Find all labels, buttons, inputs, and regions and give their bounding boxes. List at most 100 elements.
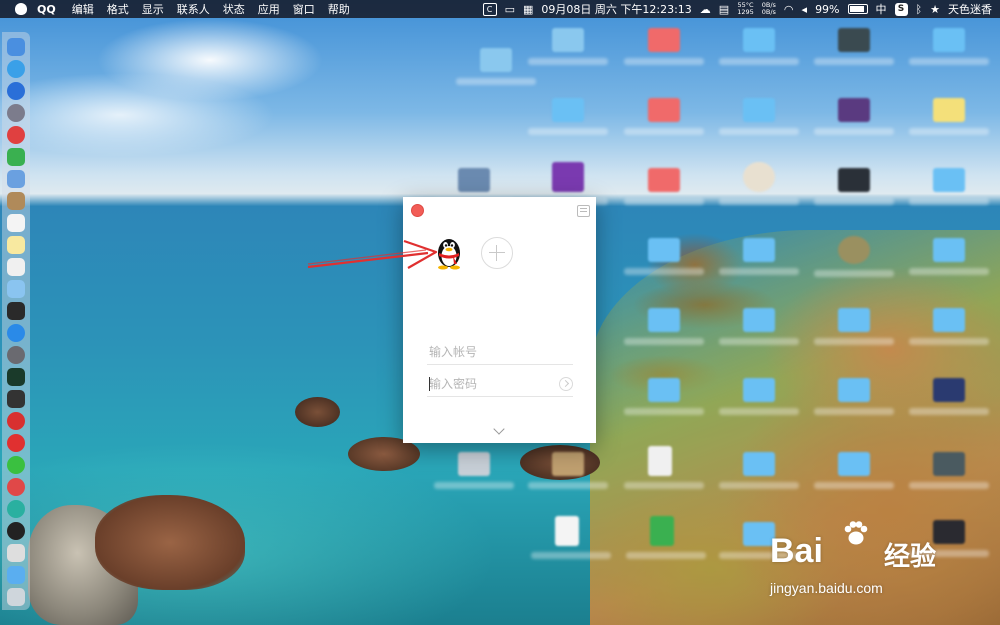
system-stats[interactable]: 55°C 1295	[737, 2, 754, 16]
desktop-file-icon[interactable]	[531, 516, 611, 559]
reminders-icon[interactable]	[7, 258, 25, 276]
watermark-brand-cn: 经验	[884, 542, 937, 572]
desktop-folder-icon[interactable]	[719, 308, 799, 345]
mail-icon[interactable]	[7, 170, 25, 188]
desktop-image-icon[interactable]	[814, 98, 894, 135]
baidu-watermark: Bai 经验 jingyan.baidu.com	[762, 514, 962, 604]
bluetooth-icon[interactable]: ᛒ	[916, 3, 923, 16]
notes-icon[interactable]	[7, 236, 25, 254]
c-status-icon[interactable]: C	[482, 2, 497, 16]
desktop-image-icon[interactable]	[814, 168, 894, 205]
login-arrow-button[interactable]	[559, 377, 573, 391]
desktop-folder-icon[interactable]	[719, 378, 799, 415]
desktop-folder-icon[interactable]	[624, 98, 704, 135]
desktop-folder-icon[interactable]	[624, 238, 704, 275]
menu-apps[interactable]: 应用	[258, 1, 280, 17]
calendar-icon[interactable]: ▦	[523, 3, 533, 16]
desktop-folder-icon[interactable]	[814, 378, 894, 415]
fan-speed: 1295	[737, 8, 754, 16]
desktop-app-icon[interactable]	[814, 236, 894, 277]
netease-music-icon[interactable]	[7, 478, 25, 496]
wechat-icon[interactable]	[7, 456, 25, 474]
desktop-file-icon[interactable]	[626, 516, 706, 559]
desktop-app-icon[interactable]	[719, 162, 799, 205]
menubar-clock[interactable]: 09月08日 周六 下午12:23:13	[541, 1, 691, 17]
menu-status[interactable]: 状态	[223, 1, 245, 17]
desktop-folder-icon[interactable]	[909, 308, 989, 345]
app-store-icon[interactable]	[7, 324, 25, 342]
desktop-folder-icon[interactable]	[528, 28, 608, 65]
battery-percent[interactable]: 99%	[815, 3, 839, 16]
watermark-brand: Bai	[770, 532, 823, 570]
desktop-folder-icon[interactable]	[624, 308, 704, 345]
input-method[interactable]: 中	[876, 1, 887, 17]
menu-window[interactable]: 窗口	[293, 1, 315, 17]
desktop-folder-icon[interactable]	[909, 98, 989, 135]
settings-icon[interactable]	[577, 205, 590, 217]
downloads-folder-icon[interactable]	[7, 566, 25, 584]
app-store-compass-icon[interactable]	[7, 82, 25, 100]
console-icon[interactable]	[7, 390, 25, 408]
app-red-icon[interactable]	[7, 126, 25, 144]
desktop-image-icon[interactable]	[814, 28, 894, 65]
menu-app-name[interactable]: QQ	[37, 3, 56, 16]
safari-icon[interactable]	[7, 60, 25, 78]
battery-icon[interactable]	[847, 4, 868, 14]
display-icon[interactable]: ▭	[505, 3, 515, 16]
finder-icon[interactable]	[7, 38, 25, 56]
desktop-folder-icon[interactable]	[814, 308, 894, 345]
desktop-folder-icon[interactable]	[909, 28, 989, 65]
document-icon[interactable]	[7, 544, 25, 562]
system-preferences-icon[interactable]	[7, 346, 25, 364]
qq-dock-icon[interactable]	[7, 522, 25, 540]
s-status-icon[interactable]: S	[894, 2, 908, 16]
apple-menu-icon[interactable]	[15, 3, 27, 15]
desktop-image-icon[interactable]	[909, 378, 989, 415]
desktop-folder-icon[interactable]	[719, 28, 799, 65]
vivaldi-icon[interactable]	[7, 412, 25, 430]
menu-format[interactable]: 格式	[107, 1, 129, 17]
password-input[interactable]	[427, 371, 573, 397]
network-stats[interactable]: 0B/s 0B/s	[762, 2, 776, 16]
menu-contacts[interactable]: 联系人	[177, 1, 210, 17]
wallpaper-rock	[95, 495, 245, 590]
desktop-file-icon[interactable]	[624, 446, 704, 489]
app-teal-icon[interactable]	[7, 500, 25, 518]
close-button[interactable]	[411, 204, 424, 217]
desktop-image-icon[interactable]	[434, 452, 514, 489]
menu-view[interactable]: 显示	[142, 1, 164, 17]
desktop-image-icon[interactable]	[909, 452, 989, 489]
cloud-icon[interactable]: ☁	[700, 3, 711, 16]
terminal-icon[interactable]	[7, 302, 25, 320]
menu-help[interactable]: 帮助	[328, 1, 350, 17]
desktop-folder-icon[interactable]	[528, 98, 608, 135]
trash-icon[interactable]	[7, 588, 25, 606]
yandex-icon[interactable]	[7, 434, 25, 452]
menu-edit[interactable]: 编辑	[72, 1, 94, 17]
desktop-folder-icon[interactable]	[456, 48, 536, 85]
desktop-folder-icon[interactable]	[814, 452, 894, 489]
user-name[interactable]: 天色迷香	[948, 1, 992, 17]
star-icon[interactable]: ★	[930, 3, 940, 16]
desktop-folder-icon[interactable]	[909, 168, 989, 205]
calendar-app-icon[interactable]	[7, 214, 25, 232]
android-icon[interactable]	[7, 148, 25, 166]
desktop-folder-icon[interactable]	[719, 98, 799, 135]
volume-icon[interactable]: ◂	[802, 3, 808, 16]
wifi-icon[interactable]: ◠	[784, 3, 794, 16]
desktop-folder-icon[interactable]	[909, 238, 989, 275]
contacts-icon[interactable]	[7, 192, 25, 210]
desktop-folder-icon[interactable]	[719, 238, 799, 275]
activity-monitor-icon[interactable]	[7, 368, 25, 386]
desktop-folder-icon[interactable]	[624, 168, 704, 205]
desktop-folder-icon[interactable]	[624, 28, 704, 65]
add-account-button[interactable]	[481, 237, 513, 269]
desktop-folder-icon[interactable]	[624, 378, 704, 415]
grid-icon[interactable]: ▤	[719, 3, 729, 16]
maps-icon[interactable]	[7, 280, 25, 298]
desktop-folder-icon[interactable]	[719, 452, 799, 489]
desktop-file-icon[interactable]	[528, 452, 608, 489]
chevron-down-icon[interactable]	[493, 423, 505, 435]
account-input[interactable]	[427, 339, 573, 365]
launchpad-icon[interactable]	[7, 104, 25, 122]
